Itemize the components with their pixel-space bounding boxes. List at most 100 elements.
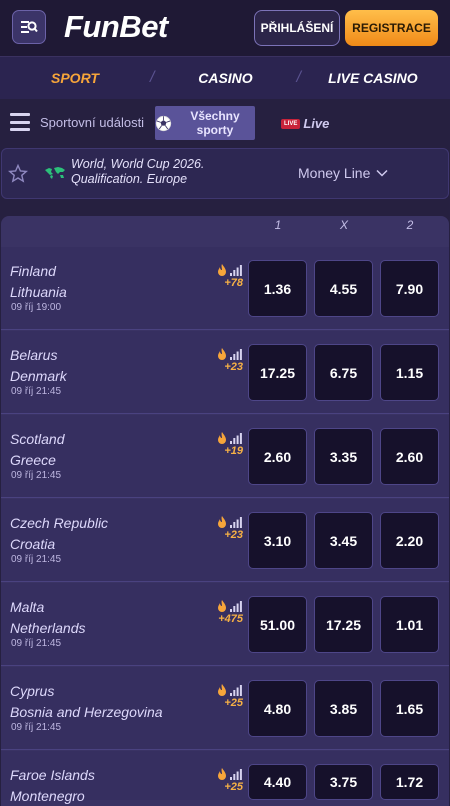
live-label: Live (303, 116, 330, 131)
signal-bars-icon (230, 265, 242, 276)
odds-button-2[interactable]: 2.60 (380, 428, 439, 485)
register-button[interactable]: REGISTRACE (345, 10, 438, 46)
more-markets-count: +25 (224, 781, 243, 793)
column-header-1: 1 (274, 218, 282, 232)
chevron-down-icon (376, 169, 388, 177)
odds-button-2[interactable]: 1.72 (380, 764, 439, 800)
menu-search-icon (21, 21, 38, 33)
signal-bars-icon (230, 685, 242, 696)
top-header: FunBet PŘIHLÁŠENÍ REGISTRACE (0, 0, 450, 57)
fire-icon (218, 684, 226, 696)
signal-bars-icon (230, 433, 242, 444)
more-markets-count: +23 (224, 361, 243, 373)
more-markets[interactable]: +475 (213, 600, 245, 630)
live-link[interactable]: LIVE Live (281, 116, 329, 131)
away-team[interactable]: Croatia (10, 536, 55, 552)
home-team[interactable]: Faroe Islands (10, 767, 95, 783)
odds-button-1[interactable]: 1.36 (248, 260, 307, 317)
login-button[interactable]: PŘIHLÁŠENÍ (254, 10, 340, 46)
match-row: Finland Lithuania 09 říj 19:00 +78 1.36 … (1, 247, 449, 330)
odds-button-1[interactable]: 4.80 (248, 680, 307, 737)
match-row: Czech Republic Croatia 09 říj 21:45 +23 … (1, 499, 449, 582)
more-markets-count: +23 (224, 529, 243, 541)
more-markets[interactable]: +25 (213, 684, 245, 714)
home-team[interactable]: Belarus (10, 347, 57, 363)
odds-button-1[interactable]: 3.10 (248, 512, 307, 569)
odds-button-x[interactable]: 4.55 (314, 260, 373, 317)
away-team[interactable]: Montenegro (10, 788, 85, 804)
away-team[interactable]: Bosnia and Herzegovina (10, 704, 163, 720)
main-tabs: SPORT / CASINO / LIVE CASINO (0, 57, 450, 99)
away-team[interactable]: Netherlands (10, 620, 86, 636)
fire-icon (218, 600, 226, 612)
home-team[interactable]: Finland (10, 263, 56, 279)
odds-button-x[interactable]: 3.75 (314, 764, 373, 800)
tab-sport[interactable]: SPORT (0, 70, 150, 86)
more-markets[interactable]: +25 (213, 768, 245, 798)
more-markets-count: +78 (224, 277, 243, 289)
signal-bars-icon (230, 769, 242, 780)
odds-button-x[interactable]: 3.35 (314, 428, 373, 485)
tab-live-casino[interactable]: LIVE CASINO (301, 70, 445, 86)
more-markets[interactable]: +23 (213, 348, 245, 378)
match-date: 09 říj 19:00 (11, 302, 62, 313)
favorite-star-icon[interactable] (8, 164, 28, 183)
market-select[interactable]: Money Line (298, 165, 389, 181)
odds-button-x[interactable]: 17.25 (314, 596, 373, 653)
match-row: Faroe Islands Montenegro +25 4.40 3.75 1… (1, 751, 449, 804)
more-markets[interactable]: +19 (213, 432, 245, 462)
hamburger-icon[interactable] (10, 113, 30, 131)
away-team[interactable]: Greece (10, 452, 56, 468)
match-row: Cyprus Bosnia and Herzegovina 09 říj 21:… (1, 667, 449, 750)
odds-button-2[interactable]: 7.90 (380, 260, 439, 317)
fire-icon (218, 768, 226, 780)
home-team[interactable]: Scotland (10, 431, 64, 447)
odds-button-1[interactable]: 51.00 (248, 596, 307, 653)
menu-search-button[interactable] (12, 10, 46, 44)
live-badge: LIVE (281, 118, 301, 129)
odds-button-2[interactable]: 1.65 (380, 680, 439, 737)
match-row: Belarus Denmark 09 říj 21:45 +23 17.25 6… (1, 331, 449, 414)
match-date: 09 říj 21:45 (11, 554, 62, 565)
home-team[interactable]: Malta (10, 599, 44, 615)
odds-button-2[interactable]: 2.20 (380, 512, 439, 569)
all-sports-button[interactable]: Všechny sporty (155, 106, 255, 140)
home-team[interactable]: Cyprus (10, 683, 54, 699)
odds-button-x[interactable]: 6.75 (314, 344, 373, 401)
odds-button-2[interactable]: 1.01 (380, 596, 439, 653)
column-header-2: 2 (406, 218, 414, 232)
more-markets[interactable]: +78 (213, 264, 245, 294)
home-team[interactable]: Czech Republic (10, 515, 108, 531)
odds-button-x[interactable]: 3.85 (314, 680, 373, 737)
match-date: 09 říj 21:45 (11, 386, 62, 397)
odds-button-1[interactable]: 4.40 (248, 764, 307, 800)
odds-button-x[interactable]: 3.45 (314, 512, 373, 569)
more-markets-count: +475 (218, 613, 243, 625)
competition-name[interactable]: World, World Cup 2026. Qualification. Eu… (71, 157, 204, 187)
funbet-logo[interactable]: FunBet (64, 9, 168, 45)
fire-icon (218, 348, 226, 360)
match-row: Scotland Greece 09 říj 21:45 +19 2.60 3.… (1, 415, 449, 498)
more-markets-count: +19 (224, 445, 243, 457)
odds-button-2[interactable]: 1.15 (380, 344, 439, 401)
signal-bars-icon (230, 349, 242, 360)
away-team[interactable]: Lithuania (10, 284, 67, 300)
tab-casino[interactable]: CASINO (154, 70, 296, 86)
competition-name-line2: Qualification. Europe (71, 172, 188, 186)
soccer-ball-icon (155, 115, 172, 132)
more-markets-count: +25 (224, 697, 243, 709)
odds-button-1[interactable]: 17.25 (248, 344, 307, 401)
signal-bars-icon (230, 601, 242, 612)
more-markets[interactable]: +23 (213, 516, 245, 546)
match-date: 09 říj 21:45 (11, 470, 62, 481)
sports-events-link[interactable]: Sportovní události (40, 115, 144, 130)
all-sports-label: Všechny sporty (190, 109, 240, 137)
away-team[interactable]: Denmark (10, 368, 67, 384)
match-date: 09 říj 21:45 (11, 638, 62, 649)
odds-button-1[interactable]: 2.60 (248, 428, 307, 485)
world-map-icon (45, 167, 65, 179)
competition-bar: World, World Cup 2026. Qualification. Eu… (1, 148, 449, 199)
market-select-value: Money Line (298, 165, 371, 181)
match-date: 09 říj 21:45 (11, 722, 62, 733)
match-row: Malta Netherlands 09 říj 21:45 +475 51.0… (1, 583, 449, 666)
